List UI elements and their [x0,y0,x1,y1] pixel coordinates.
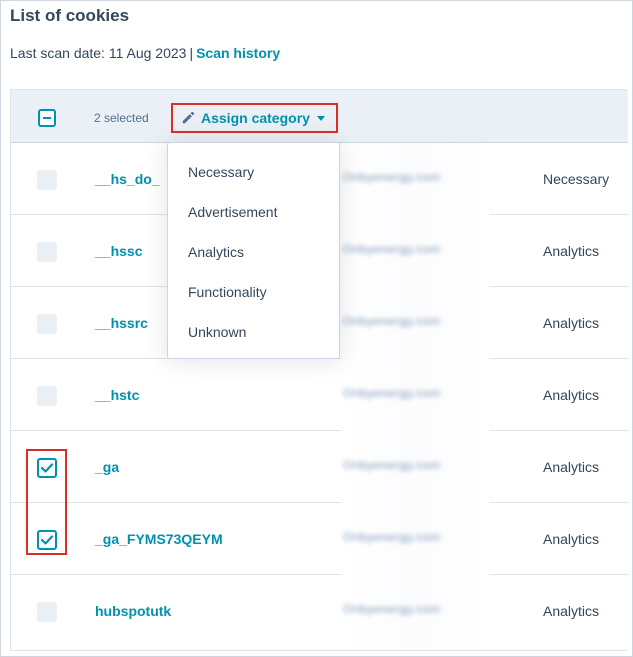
select-all-checkbox[interactable] [38,109,56,127]
cookie-domain: Onbyenergy.com [343,170,441,184]
cookie-category: Analytics [543,459,600,475]
menu-item-unknown[interactable]: Unknown [188,324,246,340]
checkmark-icon [40,535,54,545]
table-row: _ga_FYMS73QEYM Onbyenergy.com Analytics [11,503,628,575]
caret-down-icon [316,115,325,121]
cookie-name-link[interactable]: __hssrc [95,315,148,331]
cookie-name-link[interactable]: _ga_FYMS73QEYM [95,531,223,547]
cookie-category: Necessary [543,171,610,187]
table-row: _ga Onbyenergy.com Analytics [11,431,628,503]
row-checkbox[interactable] [37,602,57,622]
page-title: List of cookies [10,6,130,25]
separator: | [189,45,194,61]
assign-category-button[interactable]: Assign category [171,103,338,133]
table-header: 2 selected Assign category [11,90,628,143]
cookie-domain: Onbyenergy.com [343,386,441,400]
cookie-domain: Onbyenergy.com [343,314,441,328]
cookie-domain: Onbyenergy.com [343,458,441,472]
cookie-name-link[interactable]: __hs_do_ [95,171,160,187]
cookie-list-panel: List of cookies Last scan date: 11 Aug 2… [0,0,633,657]
assign-category-label: Assign category [201,110,310,126]
row-checkbox[interactable] [37,386,57,406]
row-checkbox[interactable] [37,242,57,262]
row-checkbox[interactable] [37,170,57,190]
checkmark-icon [40,463,54,473]
last-scan-date: Last scan date: 11 Aug 2023 [10,45,187,61]
cookie-category: Analytics [543,531,600,547]
menu-item-functionality[interactable]: Functionality [188,284,267,300]
table-row: __hstc Onbyenergy.com Analytics [11,359,628,431]
row-checkbox[interactable] [37,314,57,334]
cookie-domain: Onbyenergy.com [343,602,441,616]
cookie-domain: Onbyenergy.com [343,530,441,544]
cookie-name-link[interactable]: __hssc [95,243,142,259]
category-dropdown-menu: Necessary Advertisement Analytics Functi… [167,142,340,359]
menu-item-advertisement[interactable]: Advertisement [188,204,277,220]
menu-item-necessary[interactable]: Necessary [188,164,254,180]
cookie-category: Analytics [543,315,600,331]
table-row: hubspotutk Onbyenergy.com Analytics [11,575,628,647]
cookie-category: Analytics [543,603,600,619]
row-checkbox-checked[interactable] [37,458,57,478]
cookie-name-link[interactable]: _ga [95,459,119,475]
cookie-category: Analytics [543,387,600,403]
row-checkbox-checked[interactable] [37,530,57,550]
scan-info: Last scan date: 11 Aug 2023 | Scan history [10,45,280,61]
cookie-domain: Onbyenergy.com [343,242,441,256]
cookie-category: Analytics [543,243,600,259]
selected-count: 2 selected [94,111,149,125]
scan-history-link[interactable]: Scan history [196,45,280,61]
cookie-name-link[interactable]: hubspotutk [95,603,171,619]
pencil-icon [182,111,195,124]
menu-item-analytics[interactable]: Analytics [188,244,244,260]
cookie-name-link[interactable]: __hstc [95,387,139,403]
